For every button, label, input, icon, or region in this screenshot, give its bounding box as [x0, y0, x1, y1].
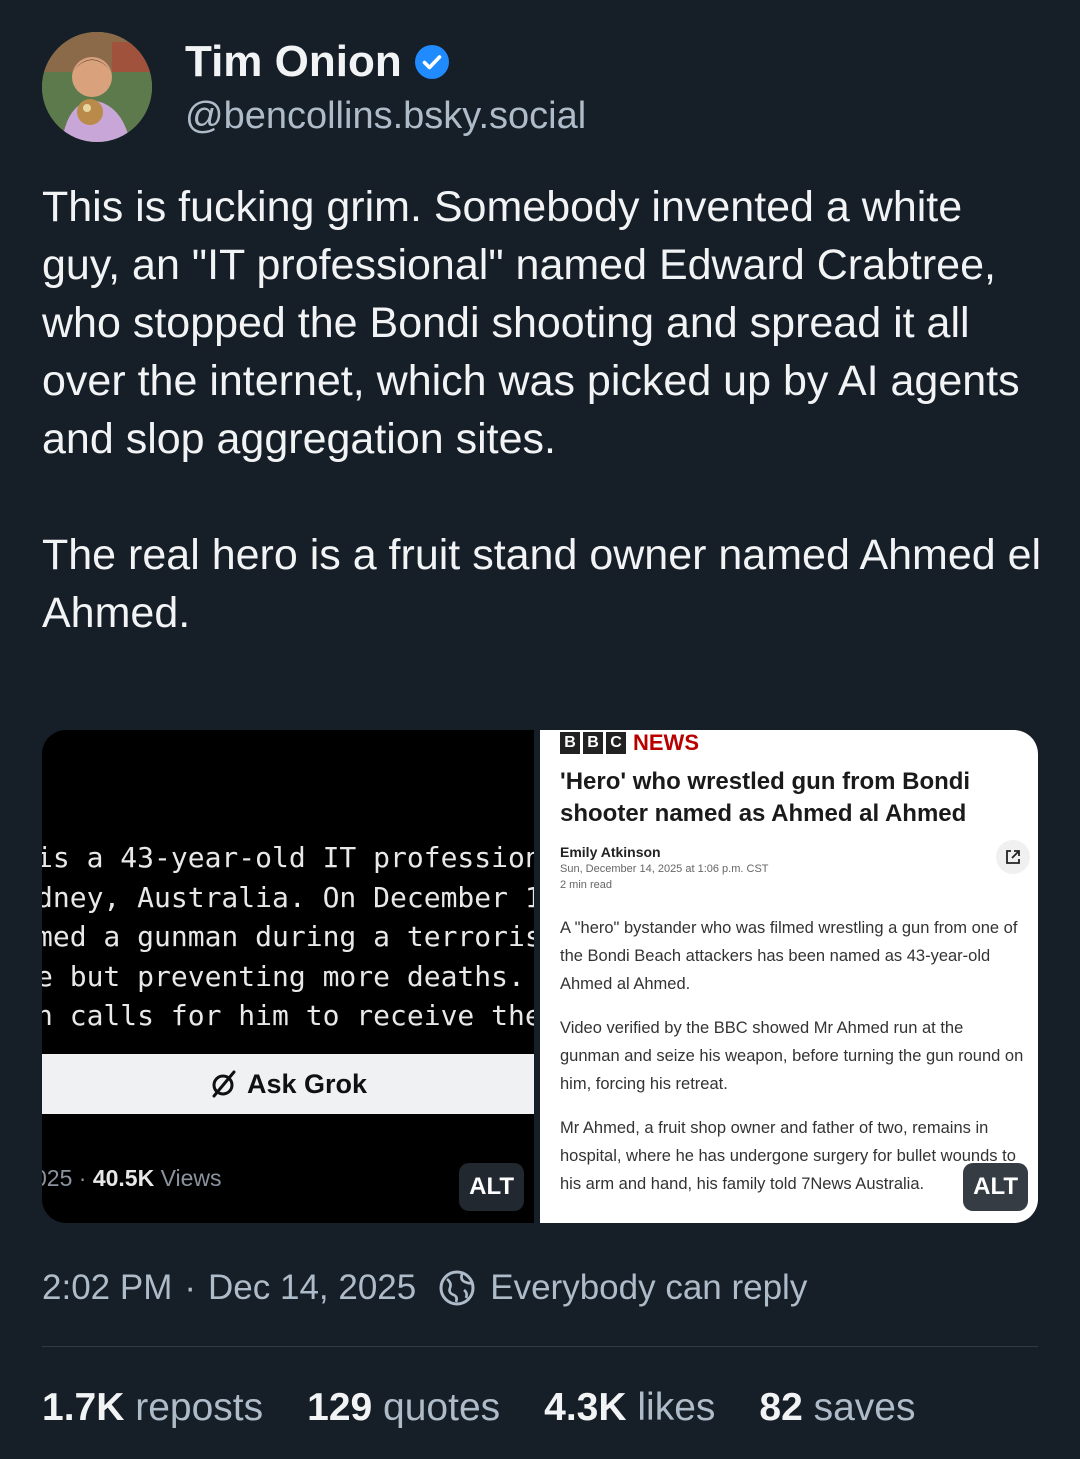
post-time: 2:02 PM [42, 1268, 173, 1307]
reply-setting-label: Everybody can reply [490, 1268, 808, 1307]
likes-label: likes [626, 1386, 716, 1429]
post-meta: 2:02 PM · Dec 14, 2025 Everybody can rep… [42, 1268, 807, 1308]
tweet-line: med a gunman during a terrorist attack [42, 920, 534, 953]
tweet-line: h calls for him to receive the Cross of … [42, 999, 534, 1032]
likes-count: 4.3K [544, 1386, 627, 1429]
views-count: 025 · 40.5K Views [42, 1165, 222, 1192]
post-stats: 1.7K reposts 129 quotes 4.3K likes 82 sa… [42, 1386, 960, 1430]
grok-icon [212, 1070, 236, 1098]
saves-label: saves [802, 1386, 916, 1429]
alt-text-button[interactable]: ALT [459, 1163, 524, 1211]
article-paragraph: Video verified by the BBC showed Mr Ahme… [560, 1019, 1024, 1093]
likes-stat[interactable]: 4.3K likes [544, 1386, 715, 1430]
views-number: 40.5K [92, 1165, 155, 1191]
article-title: 'Hero' who wrestled gun from Bondi shoot… [560, 768, 971, 827]
reposts-count: 1.7K [42, 1386, 125, 1429]
tweet-line: dney, Australia. On December 14, 2025 [42, 880, 534, 914]
bbc-letter: B [560, 732, 580, 754]
ask-grok-label: Ask Grok [246, 1068, 368, 1099]
article-date: Sun, December 14, 2025 at 1:06 p.m. CST [560, 863, 769, 875]
media-image-tweet-screenshot[interactable]: is a 43-year-old IT professional and se … [42, 730, 534, 1223]
bbc-news-word: NEWS [633, 730, 699, 755]
views-label: Views [154, 1165, 222, 1191]
ask-grok-button: Ask Grok [42, 1054, 534, 1114]
quotes-stat[interactable]: 129 quotes [307, 1386, 500, 1430]
avatar-image [42, 32, 152, 142]
tweet-line: e but preventing more deaths. He's bee [42, 959, 525, 993]
display-name-text: Tim Onion [185, 37, 402, 86]
bbc-letter: B [583, 732, 603, 754]
media-image-bbc-article[interactable]: B B C NEWS 'Hero' who wrestled gun from … [540, 730, 1038, 1223]
quotes-label: quotes [372, 1386, 501, 1429]
share-icon [996, 840, 1030, 874]
alt-text-button[interactable]: ALT [963, 1163, 1028, 1211]
avatar[interactable] [42, 32, 152, 142]
reposts-stat[interactable]: 1.7K reposts [42, 1386, 263, 1430]
globe-icon [439, 1270, 475, 1306]
reposts-label: reposts [124, 1386, 264, 1429]
bbc-news-logo: B B C NEWS [560, 730, 699, 756]
reply-setting[interactable]: Everybody can reply [438, 1268, 807, 1308]
divider [42, 1346, 1038, 1347]
post-date: Dec 14, 2025 [208, 1268, 417, 1307]
saves-count: 82 [759, 1386, 803, 1429]
article-read-time: 2 min read [560, 879, 612, 891]
quotes-count: 129 [307, 1386, 373, 1429]
bbc-letter: C [606, 732, 626, 754]
media-gallery: is a 43-year-old IT professional and se … [42, 730, 1038, 1223]
author-handle[interactable]: @bencollins.bsky.social [185, 91, 586, 141]
meta-separator: · [184, 1268, 197, 1307]
post-text: This is fucking grim. Somebody invented … [42, 183, 1042, 637]
article-paragraph: Mr Ahmed, a fruit shop owner and father … [560, 1119, 1016, 1193]
article-author: Emily Atkinson [560, 844, 661, 860]
tweet-screenshot-text: is a 43-year-old IT professional and se … [42, 838, 534, 1036]
author-display-name[interactable]: Tim Onion [185, 33, 586, 91]
verified-badge-icon[interactable] [414, 44, 450, 80]
tweet-line: is a 43-year-old IT professional and se [42, 841, 534, 874]
views-prefix: 025 · [42, 1165, 87, 1191]
saves-stat[interactable]: 82 saves [759, 1386, 915, 1430]
post-header: Tim Onion @bencollins.bsky.social [42, 32, 586, 142]
article-paragraph: A "hero" bystander who was filmed wrestl… [560, 919, 1018, 993]
